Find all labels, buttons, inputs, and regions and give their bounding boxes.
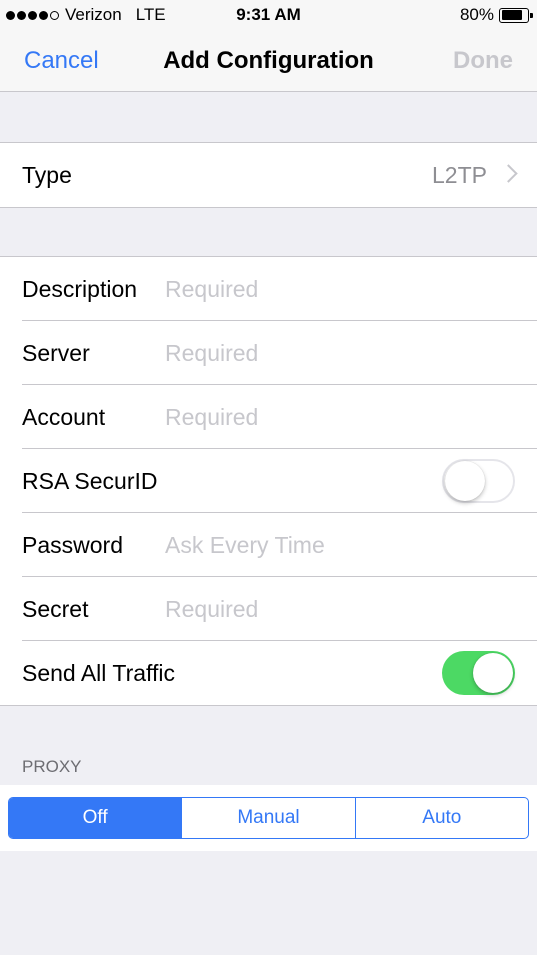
account-field[interactable]: Required	[165, 404, 258, 431]
password-row[interactable]: Password Ask Every Time	[0, 513, 537, 577]
proxy-group: Off Manual Auto	[0, 785, 537, 851]
send-all-traffic-toggle[interactable]	[442, 651, 515, 695]
type-label: Type	[22, 161, 72, 188]
account-row[interactable]: Account Required	[0, 385, 537, 449]
battery-nub	[530, 12, 533, 18]
navigation-bar: Cancel Add Configuration Done	[0, 30, 537, 92]
description-label: Description	[22, 275, 138, 302]
vpn-fields-group: Description Required Server Required Acc…	[0, 256, 537, 706]
status-bar: Verizon LTE 9:31 AM 80%	[0, 0, 537, 30]
rsa-securid-toggle[interactable]	[442, 459, 515, 503]
server-field[interactable]: Required	[165, 340, 258, 367]
toggle-knob	[445, 461, 485, 501]
type-row[interactable]: Type L2TP	[0, 143, 537, 207]
proxy-segmented-control: Off Manual Auto	[8, 797, 529, 839]
send-all-traffic-row: Send All Traffic	[0, 641, 537, 705]
secret-row[interactable]: Secret Required	[0, 577, 537, 641]
description-field[interactable]: Required	[165, 276, 258, 303]
send-all-traffic-label: Send All Traffic	[22, 659, 175, 686]
proxy-section-header: PROXY	[22, 757, 82, 776]
battery-fill	[501, 10, 522, 20]
status-time: 9:31 AM	[236, 5, 301, 24]
type-value: L2TP	[432, 161, 487, 188]
password-label: Password	[22, 531, 123, 558]
password-field[interactable]: Ask Every Time	[165, 532, 325, 559]
chevron-right-icon	[499, 164, 518, 183]
proxy-manual-segment[interactable]: Manual	[181, 798, 354, 838]
toggle-knob	[473, 653, 513, 693]
done-button[interactable]: Done	[453, 47, 513, 75]
account-label: Account	[22, 403, 106, 430]
battery-icon	[499, 7, 533, 23]
secret-field[interactable]: Required	[165, 596, 258, 623]
status-right: 80%	[459, 5, 533, 25]
battery-percent: 80%	[459, 5, 494, 24]
proxy-auto-segment[interactable]: Auto	[354, 798, 528, 838]
secret-label: Secret	[22, 595, 89, 622]
rsa-securid-label: RSA SecurID	[22, 467, 158, 494]
server-row[interactable]: Server Required	[0, 321, 537, 385]
description-row[interactable]: Description Required	[0, 257, 537, 321]
server-label: Server	[22, 339, 90, 366]
proxy-off-segment[interactable]: Off	[9, 798, 182, 838]
type-group: Type L2TP	[0, 142, 537, 208]
rsa-securid-row: RSA SecurID	[0, 449, 537, 513]
